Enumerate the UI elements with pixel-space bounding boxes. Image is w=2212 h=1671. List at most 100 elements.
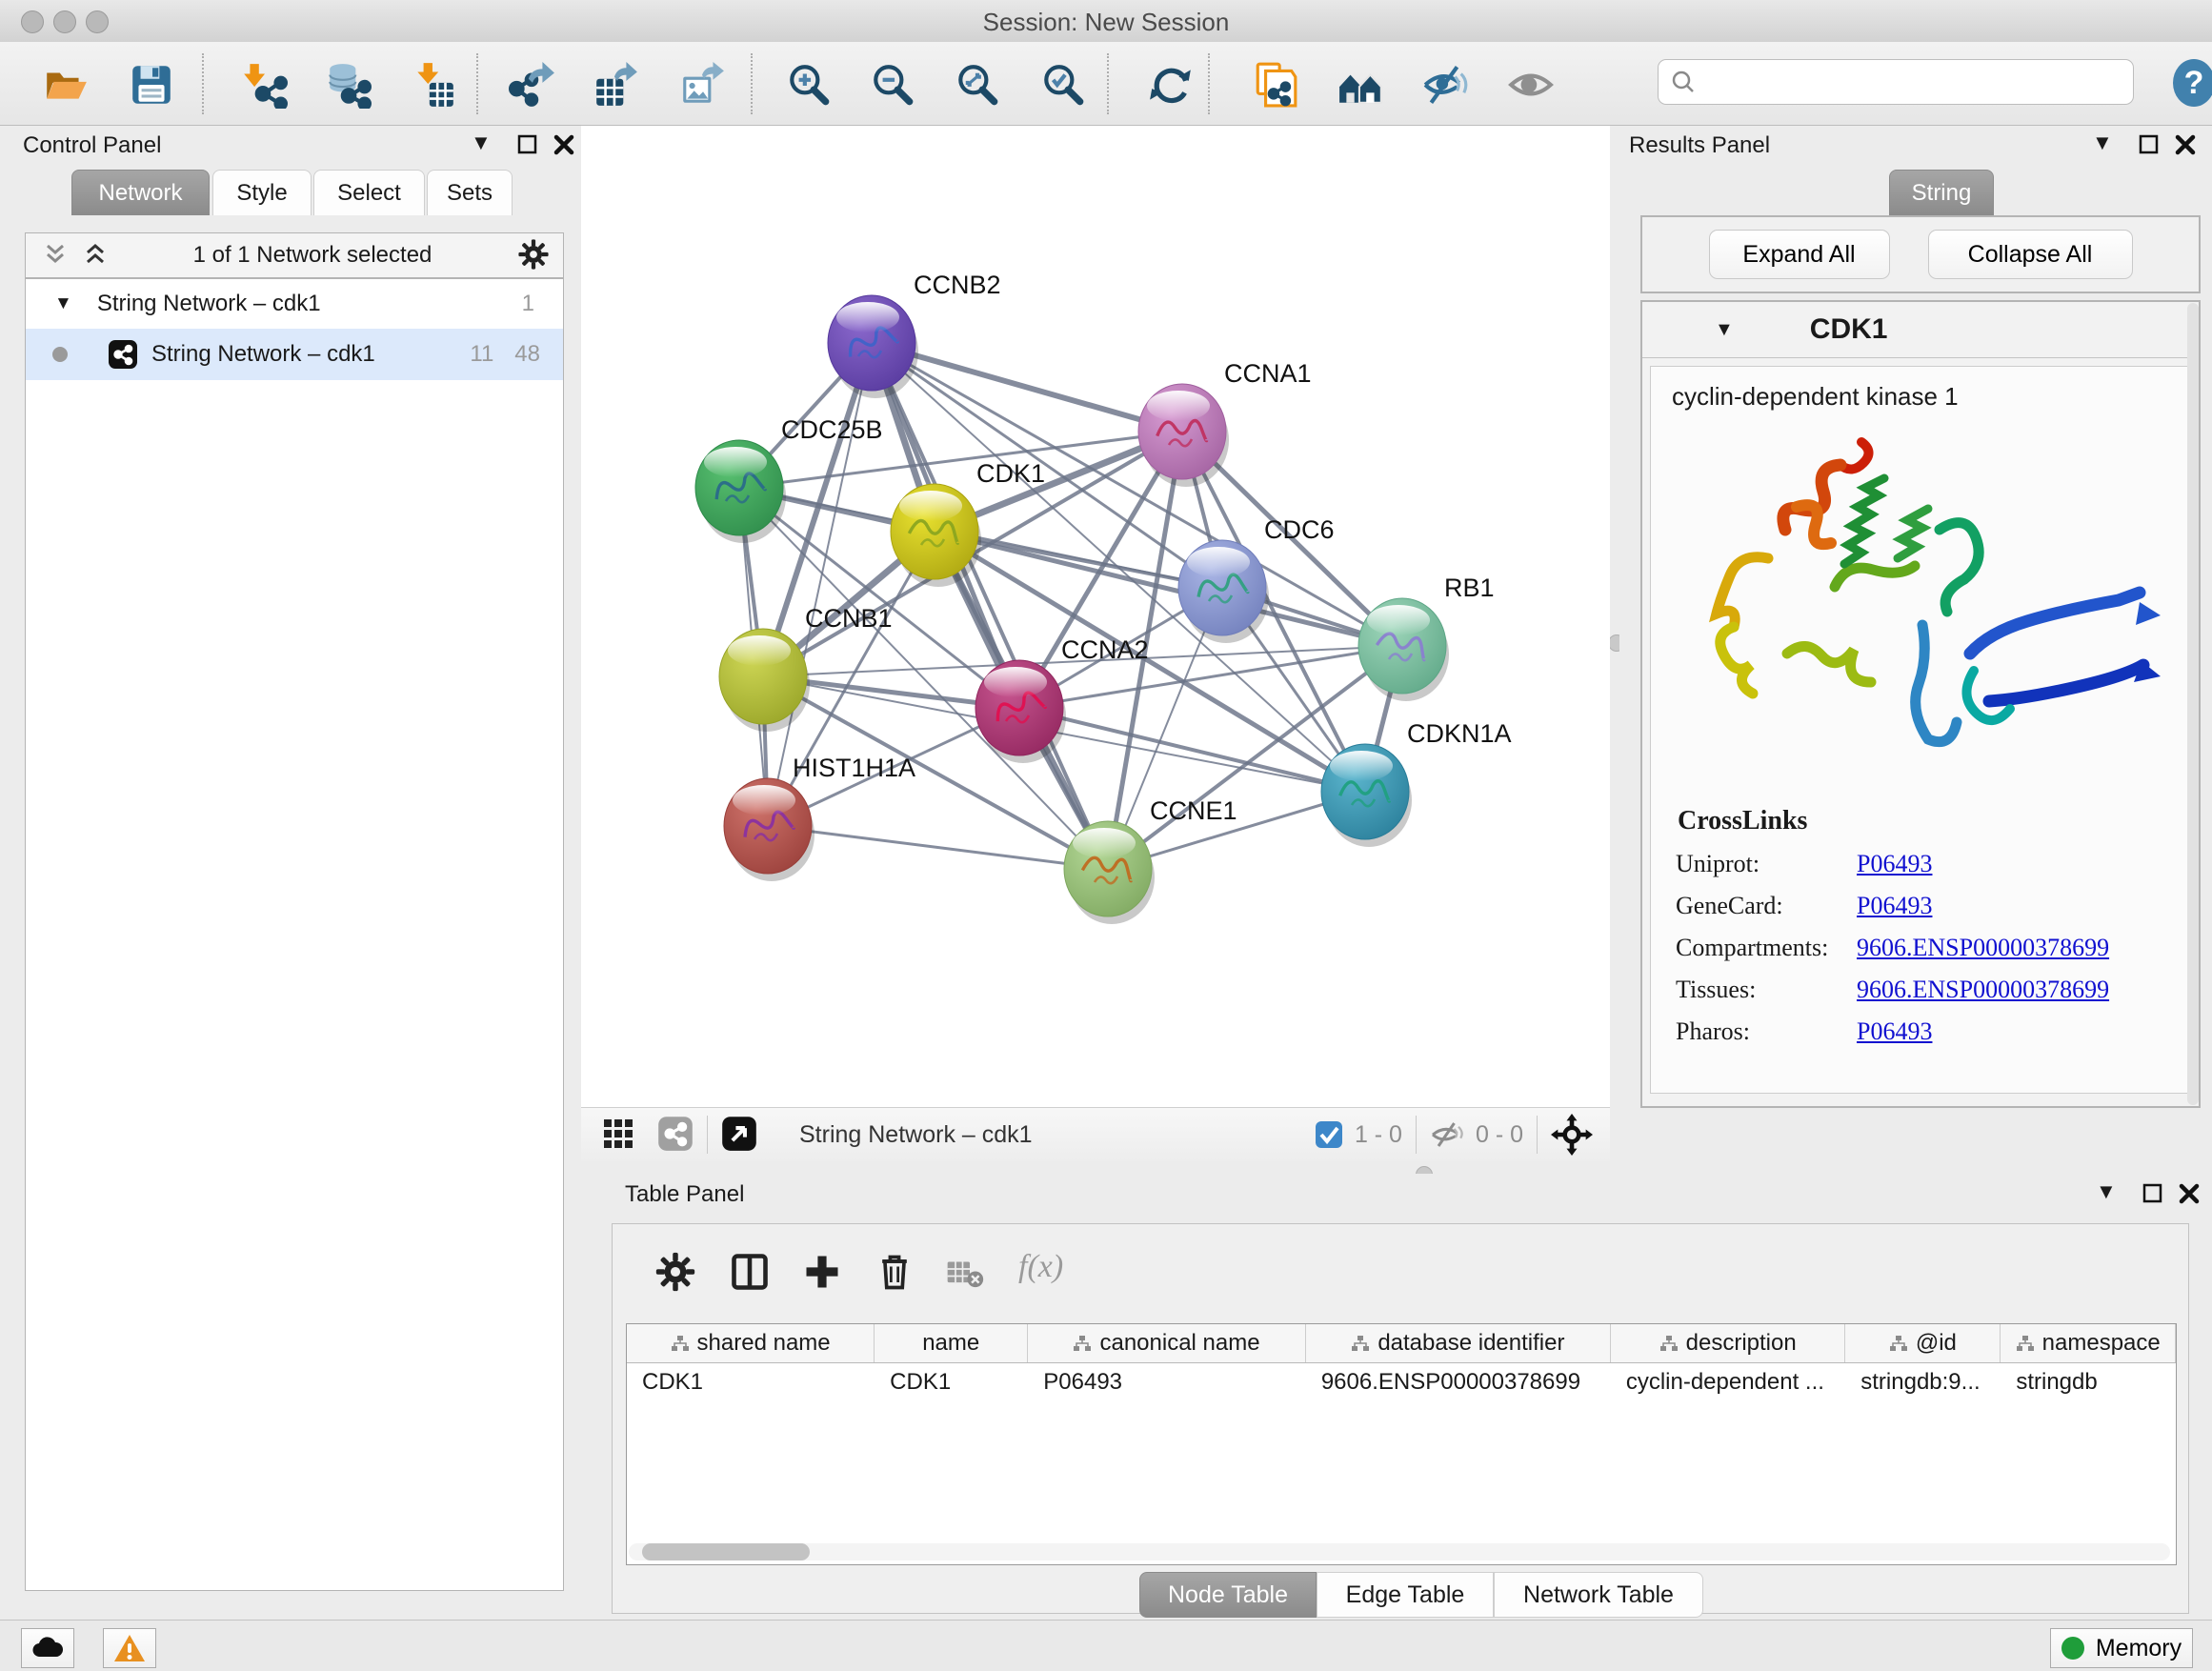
- results-panel-collapse-icon[interactable]: ▼: [2092, 131, 2113, 155]
- network-edge[interactable]: [872, 343, 1108, 869]
- network-node[interactable]: CDC25B: [695, 415, 883, 543]
- table-hscrollbar-thumb[interactable]: [642, 1543, 810, 1560]
- table-hscrollbar-track[interactable]: [629, 1543, 2170, 1560]
- column-header-canonical-name[interactable]: canonical name: [1028, 1324, 1306, 1362]
- table-cell[interactable]: CDK1: [875, 1363, 1028, 1401]
- expand-all-networks-button[interactable]: [83, 242, 108, 270]
- table-cell[interactable]: stringdb:9...: [1845, 1363, 2001, 1401]
- import-network-database-button[interactable]: [322, 59, 373, 111]
- network-canvas[interactable]: CCNB2CCNA1CDC25BCDK1CDC6RB1CCNB1CCNA2CDK…: [581, 126, 1610, 1107]
- table-options-button[interactable]: [654, 1251, 696, 1296]
- tab-node-table[interactable]: Node Table: [1139, 1572, 1317, 1618]
- open-session-button[interactable]: [40, 59, 91, 111]
- tab-style[interactable]: Style: [212, 170, 312, 215]
- network-node[interactable]: CCNB1: [719, 604, 893, 732]
- crosslink-link[interactable]: P06493: [1857, 850, 1932, 878]
- clipboard-network-button[interactable]: [1250, 59, 1301, 111]
- show-all-button[interactable]: [1505, 59, 1557, 111]
- network-node[interactable]: CCNE1: [1064, 796, 1237, 924]
- table-cell[interactable]: cyclin-dependent ...: [1611, 1363, 1845, 1401]
- zoom-fit-button[interactable]: [952, 59, 1003, 111]
- table-cell[interactable]: stringdb: [2001, 1363, 2176, 1401]
- tab-network[interactable]: Network: [71, 170, 210, 215]
- results-panel-float-button[interactable]: [2138, 133, 2161, 159]
- network-node[interactable]: RB1: [1358, 574, 1495, 701]
- table-cell[interactable]: P06493: [1028, 1363, 1306, 1401]
- export-table-button[interactable]: [591, 59, 642, 111]
- crosslink-link[interactable]: P06493: [1857, 1017, 1932, 1046]
- network-node[interactable]: CDKN1A: [1321, 719, 1512, 847]
- column-header-shared-name[interactable]: shared name: [627, 1324, 875, 1362]
- crosslink-link[interactable]: 9606.ENSP00000378699: [1857, 934, 2109, 962]
- view-network-button[interactable]: [657, 1116, 694, 1155]
- zoom-out-button[interactable]: [867, 59, 918, 111]
- gene-header[interactable]: ▼ CDK1: [1642, 302, 2199, 358]
- save-session-button[interactable]: [126, 59, 177, 111]
- column-header-name[interactable]: name: [875, 1324, 1028, 1362]
- warnings-button[interactable]: [103, 1628, 156, 1668]
- expand-all-button[interactable]: Expand All: [1709, 230, 1890, 279]
- tab-edge-table[interactable]: Edge Table: [1317, 1572, 1494, 1618]
- return-to-gallery-button[interactable]: [1336, 59, 1387, 111]
- create-column-button[interactable]: [801, 1251, 843, 1296]
- import-network-icon: [240, 61, 288, 109]
- network-row[interactable]: String Network – cdk1 11 48: [26, 329, 563, 380]
- function-builder-button[interactable]: f(x): [1018, 1249, 1063, 1285]
- network-edge[interactable]: [768, 826, 1108, 869]
- table-cell[interactable]: CDK1: [627, 1363, 875, 1401]
- gene-collapse-icon[interactable]: ▼: [1715, 319, 1734, 341]
- zoom-in-button[interactable]: [783, 59, 835, 111]
- tab-string[interactable]: String: [1889, 170, 1994, 215]
- network-list-options-button[interactable]: [517, 238, 550, 273]
- network-node[interactable]: HIST1H1A: [724, 754, 915, 881]
- fit-content-crosshair-icon[interactable]: [1551, 1114, 1593, 1156]
- network-edge[interactable]: [872, 343, 1182, 432]
- refresh-button[interactable]: [1145, 59, 1196, 111]
- network-node[interactable]: CCNB2: [828, 271, 1001, 398]
- table-cell[interactable]: 9606.ENSP00000378699: [1306, 1363, 1611, 1401]
- show-columns-button[interactable]: [729, 1251, 771, 1296]
- collection-expand-icon[interactable]: ▼: [54, 293, 72, 314]
- detach-view-button[interactable]: [721, 1116, 757, 1155]
- hidden-eye-icon[interactable]: [1430, 1120, 1464, 1149]
- collapse-all-networks-button[interactable]: [43, 242, 68, 270]
- cloud-button[interactable]: [21, 1628, 74, 1668]
- table-row[interactable]: CDK1CDK1P064939606.ENSP00000378699cyclin…: [627, 1363, 2176, 1401]
- control-panel-collapse-icon[interactable]: ▼: [471, 131, 492, 155]
- tab-sets[interactable]: Sets: [427, 170, 513, 215]
- memory-button[interactable]: Memory: [2050, 1628, 2193, 1668]
- hide-selected-button[interactable]: [1419, 59, 1471, 111]
- zoom-fit-icon: [954, 61, 1001, 109]
- selected-checkbox-icon[interactable]: [1315, 1120, 1343, 1149]
- view-gallery-button[interactable]: [602, 1117, 634, 1153]
- column-header-database-identifier[interactable]: database identifier: [1306, 1324, 1611, 1362]
- crosslink-link[interactable]: 9606.ENSP00000378699: [1857, 976, 2109, 1004]
- table-panel-close-button[interactable]: [2178, 1182, 2201, 1208]
- zoom-selected-button[interactable]: [1037, 59, 1089, 111]
- export-network-button[interactable]: [507, 59, 558, 111]
- network-node[interactable]: CCNA2: [975, 635, 1149, 763]
- collapse-all-button[interactable]: Collapse All: [1928, 230, 2133, 279]
- delete-table-button[interactable]: [946, 1258, 984, 1292]
- control-panel-close-button[interactable]: [553, 133, 575, 159]
- delete-column-button[interactable]: [874, 1251, 915, 1296]
- table-panel-collapse-icon[interactable]: ▼: [2096, 1179, 2117, 1204]
- tab-network-table[interactable]: Network Table: [1494, 1572, 1703, 1618]
- help-button[interactable]: ?: [2168, 57, 2212, 111]
- column-header--id[interactable]: @id: [1845, 1324, 2001, 1362]
- results-scrollbar[interactable]: [2187, 303, 2199, 1105]
- export-image-button[interactable]: [676, 59, 728, 111]
- import-table-file-button[interactable]: [408, 59, 459, 111]
- crosslink-link[interactable]: P06493: [1857, 892, 1932, 920]
- control-panel-float-button[interactable]: [516, 133, 539, 159]
- table-panel-float-button[interactable]: [2142, 1182, 2164, 1208]
- search-input[interactable]: [1697, 68, 2133, 96]
- tab-select[interactable]: Select: [313, 170, 425, 215]
- network-collection-row[interactable]: ▼ String Network – cdk1 1: [26, 279, 563, 329]
- import-network-file-button[interactable]: [238, 59, 290, 111]
- column-header-description[interactable]: description: [1611, 1324, 1845, 1362]
- results-panel-close-button[interactable]: [2174, 133, 2197, 159]
- network-edge[interactable]: [1019, 708, 1365, 792]
- network-node[interactable]: CCNA1: [1138, 359, 1312, 487]
- column-header-namespace[interactable]: namespace: [2001, 1324, 2176, 1362]
